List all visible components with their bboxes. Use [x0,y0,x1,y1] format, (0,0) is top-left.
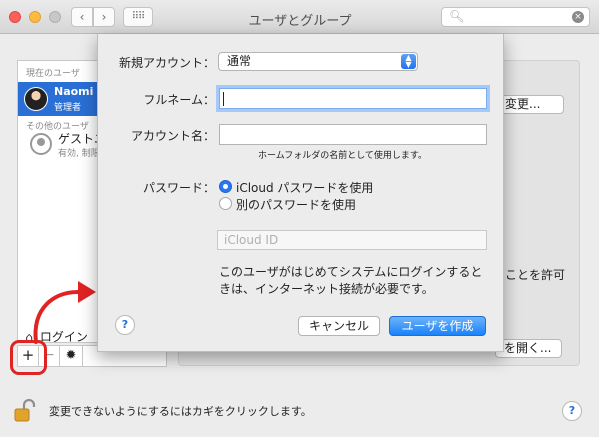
radio-separate-label: 別のパスワードを使用 [236,198,357,212]
new-account-label: 新規アカウント： [118,56,215,70]
new-account-sheet: 新規アカウント： 通常 ▲ ▼ フルネーム： アカウント名： ホームフォルダの名前… [97,34,504,352]
sheet-help-button[interactable]: ? [115,315,135,335]
curved-arrow-annotation [33,281,96,344]
change-password-button[interactable]: 変更... [498,95,564,114]
lock-instruction: 変更できないようにするにはカギをクリックします。 [49,405,312,418]
internet-required-note: このユーザがはじめてシステムにログインするときは、インターネット接続が必要です。 [219,265,483,296]
account-name-label: アカウント名： [130,129,215,143]
forward-button[interactable]: › [93,7,115,27]
icloud-id-field[interactable]: iCloud ID [217,230,487,250]
create-user-button[interactable]: ユーザを作成 [389,316,486,336]
allow-admin-text: ことを許可 [505,268,566,282]
minimize-window-button[interactable] [29,11,41,23]
search-field[interactable]: 🔍︎ × [441,7,590,27]
guest-avatar-icon [30,133,52,155]
bottom-bar: 変更できないようにするにはカギをクリックします。 ? [0,388,599,437]
radio-icloud-password[interactable] [219,180,232,193]
zoom-window-button[interactable] [49,11,61,23]
close-window-button[interactable] [9,11,21,23]
radio-icloud-label: iCloud パスワードを使用 [236,181,374,195]
avatar [24,87,48,111]
password-label: パスワード： [142,181,215,195]
account-type-popup[interactable]: 通常 ▲ ▼ [218,52,418,71]
back-button[interactable]: ‹ [71,7,93,27]
current-users-header: 現在のユーザ [26,69,80,79]
chevron-updown-icon: ▲ ▼ [401,54,416,69]
window-title: ユーザとグループ [248,14,352,29]
radio-separate-password[interactable] [219,197,232,210]
fullname-label: フルネーム： [143,93,215,107]
title-bar: ‹ › ⠿⠿ ユーザとグループ 🔍︎ × [0,0,599,34]
unlocked-padlock-icon[interactable] [14,399,36,423]
account-name-field[interactable] [219,124,487,145]
fullname-field[interactable] [219,88,487,109]
clear-search-icon[interactable]: × [572,11,584,23]
gear-icon[interactable]: ✹ [59,345,83,367]
search-icon: 🔍︎ [449,9,465,23]
guest-user-status: 有効, 制限 [58,149,100,159]
account-type-value: 通常 [227,54,252,68]
cancel-button[interactable]: キャンセル [298,316,380,336]
show-all-button[interactable]: ⠿⠿ [123,7,153,27]
help-button[interactable]: ? [562,401,582,421]
text-caret [223,92,224,106]
account-name-hint: ホームフォルダの名前として使用します。 [258,151,428,161]
open-parental-controls-button[interactable]: を開く... [495,339,562,358]
user-role: 管理者 [54,103,82,113]
